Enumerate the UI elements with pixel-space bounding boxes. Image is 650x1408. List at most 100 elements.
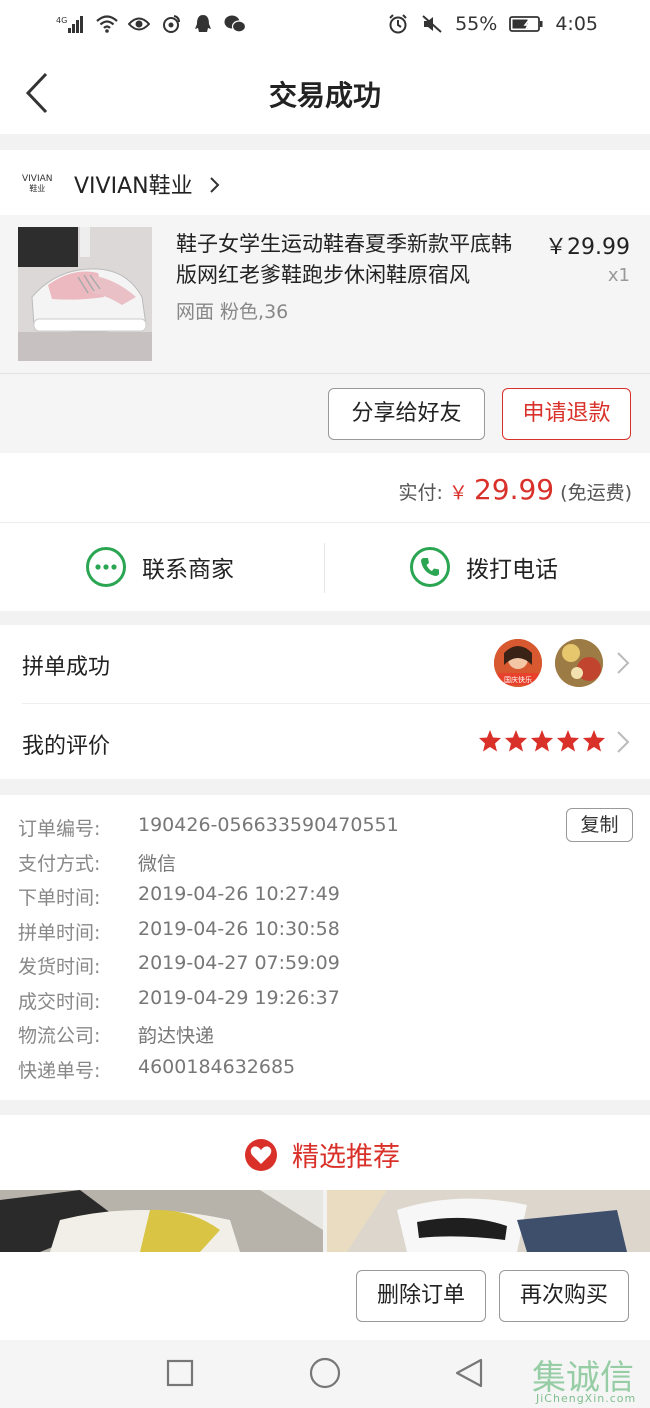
- avatar[interactable]: [555, 639, 603, 687]
- divider: [22, 703, 650, 704]
- contact-merchant-button[interactable]: 联系商家: [86, 547, 234, 587]
- order-info-row: 支付方式: 微信: [18, 849, 176, 876]
- order-info-row: 下单时间: 2019-04-26 10:27:49: [18, 883, 340, 910]
- product-title: 鞋子女学生运动鞋春夏季新款平底韩版网红老爹鞋跑步休闲鞋原宿风: [176, 232, 512, 287]
- eye-icon: [128, 13, 150, 35]
- product-quantity: x1: [607, 265, 630, 286]
- product-image[interactable]: [18, 227, 152, 361]
- svg-text:国庆快乐: 国庆快乐: [504, 675, 532, 684]
- weibo-icon: [160, 13, 182, 35]
- recents-square-icon[interactable]: [166, 1359, 194, 1387]
- payment-row: 实付: ￥ 29.99 (免运费): [0, 453, 650, 523]
- recommend-title-text: 精选推荐: [292, 1142, 400, 1173]
- divider: [0, 373, 650, 374]
- order-info-value: 2019-04-27 07:59:09: [138, 952, 340, 974]
- order-info-key: 发货时间:: [18, 956, 101, 978]
- wechat-icon: [224, 13, 246, 35]
- order-info-key: 订单编号:: [18, 818, 101, 840]
- shop-name-text: VIVIAN鞋业: [74, 174, 193, 199]
- payment-label: 实付:: [398, 482, 443, 504]
- order-info-value: 微信: [138, 852, 177, 875]
- shop-row[interactable]: VIVIAN 鞋业 VIVIAN鞋业: [0, 150, 650, 215]
- order-info-value: 4600184632685: [138, 1055, 296, 1078]
- star-icon: [557, 730, 579, 752]
- status-left-icons: 4G: [56, 13, 246, 35]
- chevron-right-icon[interactable]: [616, 730, 630, 754]
- battery-percent: 55%: [455, 13, 498, 35]
- shop-logo: VIVIAN 鞋业: [22, 174, 53, 194]
- contact-row: 联系商家 拨打电话: [0, 523, 650, 611]
- delete-order-button[interactable]: 删除订单: [356, 1270, 486, 1322]
- phone-icon: [410, 547, 450, 587]
- star-icon: [531, 730, 553, 752]
- bottom-action-bar: 删除订单 再次购买: [0, 1252, 650, 1340]
- buy-again-button[interactable]: 再次购买: [499, 1270, 629, 1322]
- rating-stars: [478, 729, 606, 753]
- mute-icon: [421, 13, 443, 35]
- order-info-section: 订单编号: 190426-056633590470551 支付方式: 微信下单时间: 2…: [0, 795, 650, 1100]
- recommend-images: [0, 1190, 650, 1252]
- qq-icon: [192, 13, 214, 35]
- shop-name: VIVIAN鞋业: [74, 168, 222, 200]
- order-info-value: 2019-04-29 19:26:37: [138, 986, 340, 1009]
- svg-text:4G: 4G: [56, 16, 67, 25]
- contact-merchant-label: 联系商家: [142, 557, 234, 583]
- product-card[interactable]: 鞋子女学生运动鞋春夏季新款平底韩版网红老爹鞋跑步休闲鞋原宿风 网面 粉色,36 …: [0, 215, 650, 453]
- home-circle-icon[interactable]: [309, 1357, 341, 1389]
- product-price: ￥29.99: [545, 235, 630, 260]
- order-info-row: 订单编号: 190426-056633590470551: [18, 814, 399, 841]
- heart-badge-icon: [245, 1138, 277, 1171]
- sneaker-image: [18, 227, 152, 361]
- back-triangle-icon[interactable]: [454, 1358, 484, 1388]
- chevron-right-icon: [209, 177, 220, 193]
- shop-logo-line1: VIVIAN: [22, 174, 53, 184]
- shop-logo-line2: 鞋业: [29, 184, 46, 193]
- avatar[interactable]: 国庆快乐: [494, 639, 542, 687]
- order-info-value: 韵达快递: [138, 1025, 215, 1047]
- recommend-title: 精选推荐: [244, 1135, 400, 1174]
- order-info-key: 成交时间:: [18, 990, 101, 1013]
- group-status-label: 拼单成功: [22, 655, 111, 680]
- status-bar: 4G 55% 4:05: [0, 0, 650, 52]
- status-right-icons: 55% 4:05: [387, 13, 598, 35]
- order-info-key: 下单时间:: [18, 887, 101, 909]
- recommended-product-image[interactable]: [327, 1190, 650, 1252]
- signal-icon: 4G: [56, 13, 86, 35]
- payment-summary: 实付: ￥ 29.99 (免运费): [398, 473, 632, 506]
- my-review-label: 我的评价: [22, 734, 111, 759]
- payment-currency: ￥: [448, 482, 468, 504]
- page-header: 交易成功: [0, 52, 650, 134]
- group-review-section: 拼单成功 国庆快乐 我的评价: [0, 625, 650, 779]
- refund-button[interactable]: 申请退款: [502, 388, 631, 440]
- recommended-product-image[interactable]: [0, 1190, 323, 1252]
- share-button[interactable]: 分享给好友: [328, 388, 485, 440]
- order-info-row: 发货时间: 2019-04-27 07:59:09: [18, 952, 340, 979]
- product-spec: 网面 粉色,36: [176, 301, 289, 323]
- system-nav-bar: 集诚信 JiChengXin.com: [0, 1340, 650, 1408]
- battery-icon: [509, 13, 543, 35]
- order-info-key: 拼单时间:: [18, 921, 101, 944]
- page-title: 交易成功: [268, 79, 381, 112]
- watermark-url: JiChengXin.com: [536, 1392, 637, 1405]
- call-phone-button[interactable]: 拨打电话: [410, 547, 558, 587]
- order-info-value: 190426-056633590470551: [138, 814, 399, 836]
- chevron-right-icon[interactable]: [616, 651, 630, 675]
- star-icon: [505, 730, 527, 752]
- order-info-value: 2019-04-26 10:30:58: [138, 917, 340, 940]
- order-info-key: 快递单号:: [18, 1059, 101, 1082]
- chat-icon: [86, 547, 126, 587]
- divider: [324, 543, 325, 593]
- copy-button[interactable]: 复制: [566, 808, 633, 842]
- recommend-header: 精选推荐: [0, 1115, 650, 1190]
- call-phone-label: 拨打电话: [466, 557, 558, 583]
- order-info-row: 拼单时间: 2019-04-26 10:30:58: [18, 918, 340, 945]
- payment-amount: 29.99: [473, 473, 555, 506]
- clock: 4:05: [555, 13, 598, 35]
- order-info-key: 物流公司:: [18, 1025, 101, 1047]
- order-info-row: 成交时间: 2019-04-29 19:26:37: [18, 987, 340, 1014]
- order-info-value: 2019-04-26 10:27:49: [138, 883, 340, 905]
- star-icon: [479, 730, 501, 752]
- order-info-row: 快递单号: 4600184632685: [18, 1056, 295, 1083]
- order-info-key: 支付方式:: [18, 852, 101, 875]
- shipping-note: (免运费): [560, 482, 632, 504]
